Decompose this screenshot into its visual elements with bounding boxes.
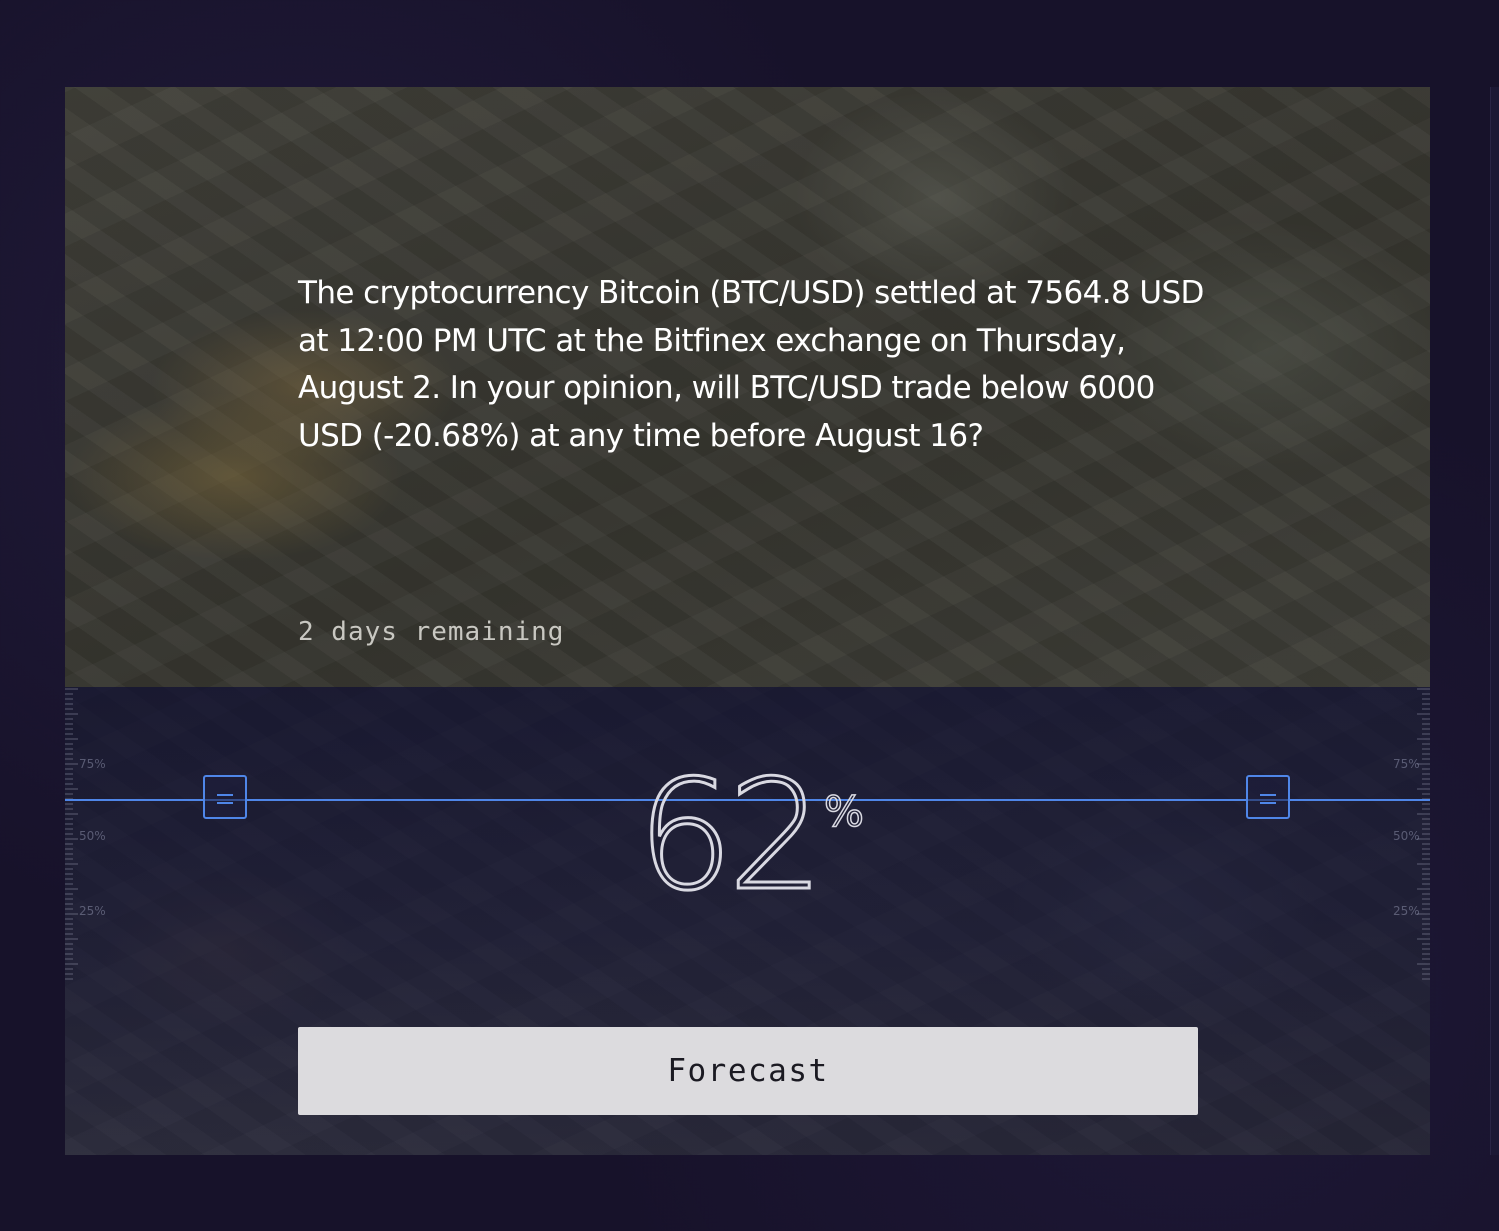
scale-label-75-right: 75% (1393, 757, 1420, 771)
adjacent-card-edge (1490, 87, 1499, 1155)
left-slider-handle[interactable] (203, 775, 247, 819)
question-text: The cryptocurrency Bitcoin (BTC/USD) set… (298, 275, 1204, 454)
question-card: The cryptocurrency Bitcoin (BTC/USD) set… (65, 87, 1430, 1155)
scale-label-25-right: 25% (1393, 904, 1420, 918)
right-slider-handle[interactable] (1246, 775, 1290, 819)
percent-sign: % (823, 786, 864, 837)
forecast-button[interactable]: Forecast (298, 1027, 1198, 1115)
drag-handle-icon (217, 794, 233, 804)
scale-label-25-left: 25% (79, 904, 106, 918)
forecast-percent-value: 62 (635, 747, 825, 924)
scale-label-75-left: 75% (79, 757, 106, 771)
time-remaining: 2 days remaining (298, 617, 565, 647)
left-probability-ruler (65, 687, 79, 985)
drag-handle-icon (1260, 794, 1276, 804)
scale-label-50-left: 50% (79, 829, 106, 843)
scale-label-50-right: 50% (1393, 829, 1420, 843)
